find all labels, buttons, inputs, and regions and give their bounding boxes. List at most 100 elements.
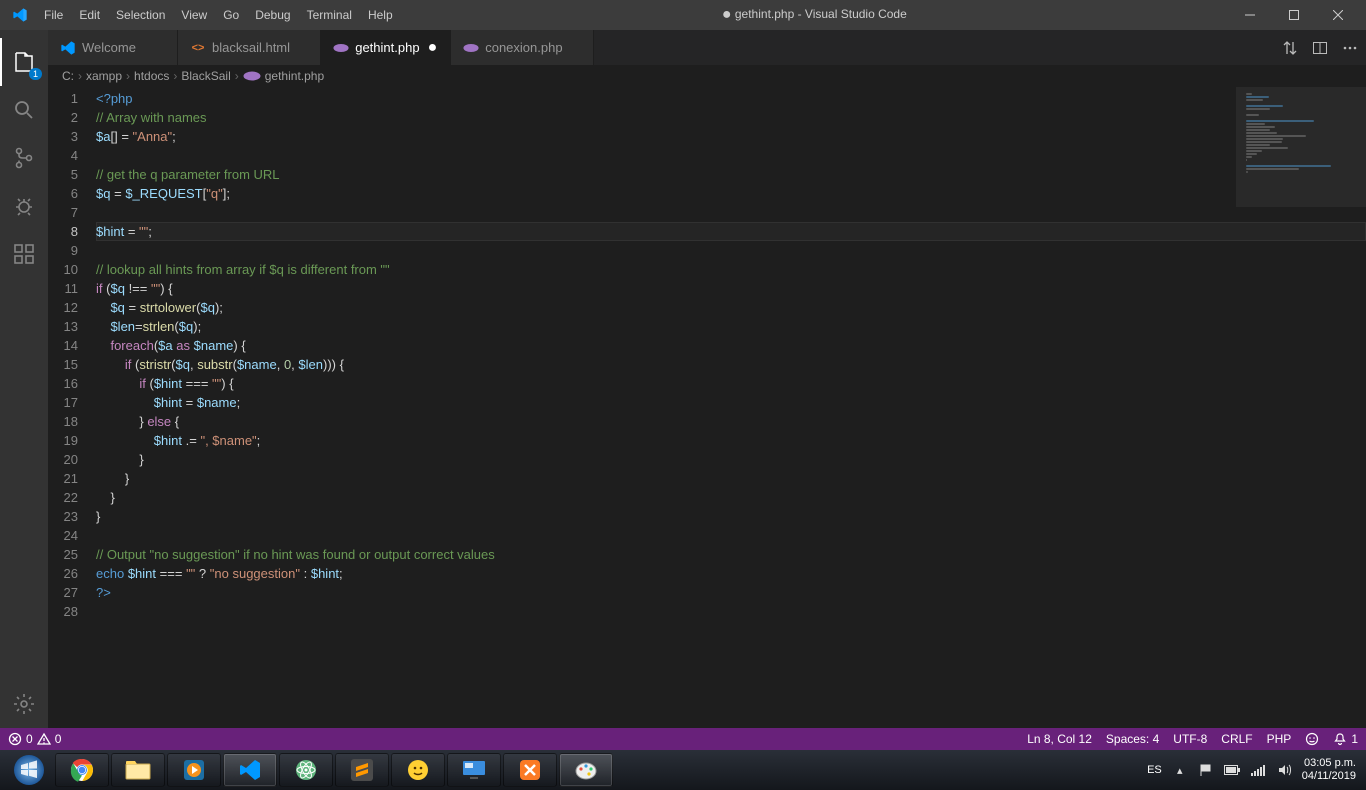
status-indent[interactable]: Spaces: 4 [1106,732,1159,746]
line-number: 23 [48,507,78,526]
tray-volume-icon[interactable] [1276,762,1292,778]
code-line[interactable]: ?> [96,583,1366,602]
menu-file[interactable]: File [36,0,71,30]
activity-bar: 1 [0,30,48,728]
menu-view[interactable]: View [173,0,215,30]
tray-chevron-icon[interactable]: ▴ [1172,762,1188,778]
line-number: 28 [48,602,78,621]
status-encoding[interactable]: UTF-8 [1173,732,1207,746]
code-line[interactable]: if ($hint === "") { [96,374,1366,393]
start-button[interactable] [5,750,53,790]
code-line[interactable] [96,241,1366,260]
code-line[interactable]: foreach($a as $name) { [96,336,1366,355]
tab-gethint-php[interactable]: gethint.php● [321,30,451,65]
tray-battery-icon[interactable] [1224,762,1240,778]
code-line[interactable]: } [96,450,1366,469]
code-line[interactable]: $a[] = "Anna"; [96,127,1366,146]
activity-extensions[interactable] [0,230,48,278]
editor-region: Welcome×<>blacksail.html×gethint.php●con… [48,30,1366,728]
code-line[interactable]: $len=strlen($q); [96,317,1366,336]
tray-clock[interactable]: 03:05 p.m. 04/11/2019 [1302,757,1356,783]
taskbar-xampp[interactable] [503,753,557,787]
status-warnings[interactable]: 0 [37,732,62,746]
code-line[interactable]: $hint = ""; [96,222,1366,241]
taskbar-atom[interactable] [279,753,333,787]
code-line[interactable] [96,602,1366,621]
code-line[interactable] [96,203,1366,222]
activity-debug[interactable] [0,182,48,230]
code-line[interactable]: // Output "no suggestion" if no hint was… [96,545,1366,564]
maximize-button[interactable] [1272,0,1316,30]
menu-debug[interactable]: Debug [247,0,298,30]
code-line[interactable]: // get the q parameter from URL [96,165,1366,184]
menu-go[interactable]: Go [215,0,247,30]
code-line[interactable]: <?php [96,89,1366,108]
tray-network-icon[interactable] [1250,762,1266,778]
breadcrumbs[interactable]: C:›xampp›htdocs›BlackSail›gethint.php [48,65,1366,87]
status-errors[interactable]: 0 [8,732,33,746]
code-line[interactable]: if ($q !== "") { [96,279,1366,298]
status-feedback-icon[interactable] [1305,732,1319,746]
breadcrumb-segment[interactable]: BlackSail [181,69,230,83]
line-number: 2 [48,108,78,127]
status-language[interactable]: PHP [1267,732,1292,746]
code-line[interactable]: } [96,488,1366,507]
code-line[interactable]: } [96,469,1366,488]
line-number: 15 [48,355,78,374]
breadcrumb-segment[interactable]: gethint.php [243,69,324,83]
line-number: 14 [48,336,78,355]
activity-settings[interactable] [0,680,48,728]
code-line[interactable]: } else { [96,412,1366,431]
code-line[interactable]: $hint .= ", $name"; [96,431,1366,450]
breadcrumb-segment[interactable]: C: [62,69,74,83]
code-line[interactable]: if (stristr($q, substr($name, 0, $len)))… [96,355,1366,374]
taskbar-sublime[interactable] [335,753,389,787]
status-cursor[interactable]: Ln 8, Col 12 [1027,732,1092,746]
code-line[interactable]: $q = strtolower($q); [96,298,1366,317]
taskbar-file-explorer[interactable] [111,753,165,787]
chevron-right-icon: › [78,69,82,83]
code-line[interactable]: echo $hint === "" ? "no suggestion" : $h… [96,564,1366,583]
code-line[interactable] [96,526,1366,545]
code-area[interactable]: <?php// Array with names$a[] = "Anna"; //… [96,87,1366,728]
breadcrumb-segment[interactable]: xampp [86,69,122,83]
code-line[interactable]: // Array with names [96,108,1366,127]
status-notifications[interactable]: 1 [1333,732,1358,746]
breadcrumb-segment[interactable]: htdocs [134,69,169,83]
close-button[interactable] [1316,0,1360,30]
code-line[interactable]: // lookup all hints from array if $q is … [96,260,1366,279]
code-line[interactable]: $hint = $name; [96,393,1366,412]
taskbar-vscode[interactable] [223,753,277,787]
code-line[interactable]: } [96,507,1366,526]
taskbar-chrome[interactable] [55,753,109,787]
activity-source-control[interactable] [0,134,48,182]
code-line[interactable] [96,146,1366,165]
tray-flag-icon[interactable] [1198,762,1214,778]
activity-search[interactable] [0,86,48,134]
menu-edit[interactable]: Edit [71,0,108,30]
split-editor-icon[interactable] [1312,40,1328,56]
menu-selection[interactable]: Selection [108,0,173,30]
tab-conexion-php[interactable]: conexion.php× [451,30,594,65]
menu-terminal[interactable]: Terminal [299,0,360,30]
php-file-icon [333,40,349,56]
taskbar-app-yellow[interactable] [391,753,445,787]
line-number: 19 [48,431,78,450]
taskbar-media-player[interactable] [167,753,221,787]
chevron-right-icon: › [126,69,130,83]
tab-blacksail-html[interactable]: <>blacksail.html× [178,30,321,65]
menu-help[interactable]: Help [360,0,401,30]
tab-welcome[interactable]: Welcome× [48,30,178,65]
taskbar-paint[interactable] [559,753,613,787]
status-eol[interactable]: CRLF [1221,732,1252,746]
more-actions-icon[interactable] [1342,40,1358,56]
activity-explorer[interactable]: 1 [0,38,48,86]
window-title: ● gethint.php - Visual Studio Code [401,6,1228,24]
code-line[interactable]: $q = $_REQUEST["q"]; [96,184,1366,203]
compare-changes-icon[interactable] [1282,40,1298,56]
vs-file-icon [60,40,76,56]
minimize-button[interactable] [1228,0,1272,30]
minimap[interactable] [1236,87,1366,727]
taskbar-app-blue[interactable] [447,753,501,787]
tray-language[interactable]: ES [1147,764,1162,776]
